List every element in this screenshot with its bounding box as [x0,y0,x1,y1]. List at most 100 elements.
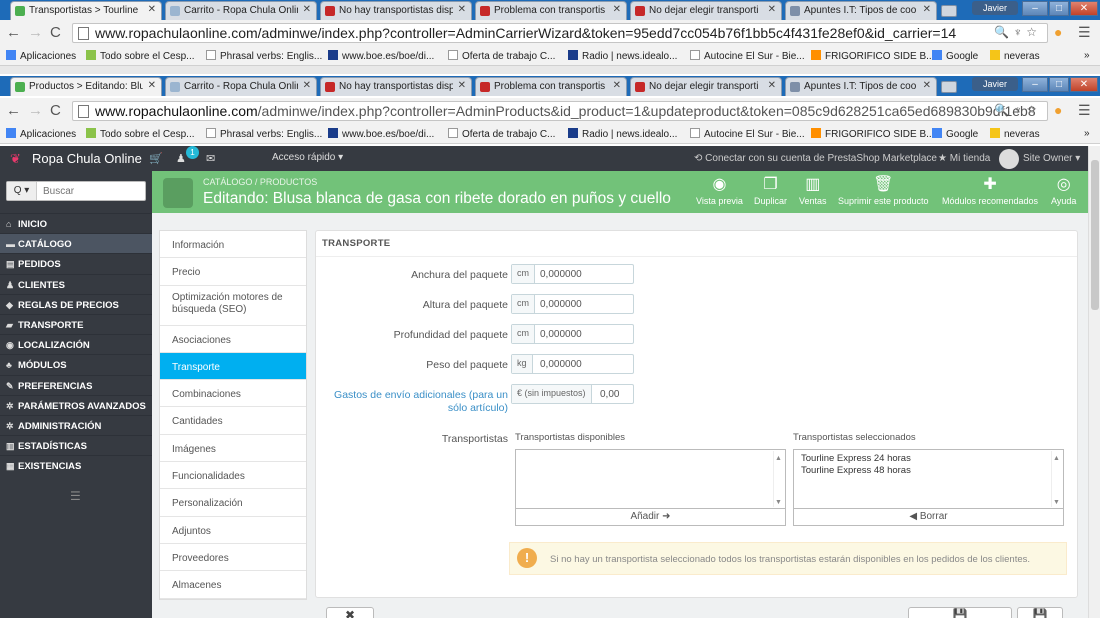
forward-arrow-icon[interactable]: → [28,102,43,119]
new-tab-button[interactable] [941,81,957,93]
menu-item-reglas-precios[interactable]: ◆ Reglas de precios [0,293,152,314]
tab-combinaciones[interactable]: Combinaciones [160,380,306,408]
minimize-button[interactable]: – [1022,77,1048,92]
front-tab[interactable]: No dejar elegir transporti ✕ [630,77,782,96]
bookmark-item[interactable]: Radio | news.idealo... [568,50,677,62]
search-input[interactable] [43,184,141,198]
menu-item-transporte[interactable]: ▰ Transporte [0,313,152,334]
front-tab[interactable]: Apuntes I.T: Tipos de coo ✕ [785,77,937,96]
menu-item-administracion[interactable]: ✲ Administración [0,414,152,435]
menu-icon[interactable]: ☰ [1078,24,1091,41]
menu-item-modulos[interactable]: ♣ Módulos [0,354,152,374]
tab-seo[interactable]: Optimización motores de búsqueda (SEO) [160,286,306,326]
available-carriers-list[interactable]: ▲ ▼ [515,449,786,509]
close-window-button[interactable]: ✕ [1070,1,1098,16]
reload-icon[interactable]: C [50,102,61,119]
tab-imagenes[interactable]: Imágenes [160,435,306,463]
back-tab[interactable]: Apuntes I.T: Tipos de coo ✕ [785,1,937,20]
omnibox-icons[interactable]: 🔍♆☆ [994,103,1041,117]
bookmark-item[interactable]: www.boe.es/boe/di... [328,128,434,140]
extension-icon[interactable]: ● [1054,102,1062,118]
customers-icon[interactable]: ♟ [176,152,186,165]
scroll-up-icon[interactable]: ▲ [775,453,782,465]
delete-product-button[interactable]: 🗑 Suprimir este producto [838,176,929,206]
bookmark-item[interactable]: Phrasal verbs: Englis... [206,50,322,62]
save-button[interactable]: 💾 [1017,607,1063,618]
menu-item-parametros-avanzados[interactable]: ✲ Parámetros avanzados [0,394,152,415]
menu-icon[interactable]: ☰ [1078,102,1091,119]
tab-proveedores[interactable]: Proveedores [160,544,306,572]
search-type-button[interactable]: Q ▾ [7,182,37,200]
close-tab-icon[interactable]: ✕ [303,4,311,15]
depth-input[interactable]: 0,000000 [540,329,582,340]
back-tab[interactable]: Carrito - Ropa Chula Onlin ✕ [165,1,317,20]
messages-icon[interactable]: ✉ [206,152,215,165]
scrollbar[interactable]: ▲ ▼ [773,451,784,507]
back-tab[interactable]: Transportistas > Tourline ✕ [10,1,162,20]
front-tab[interactable]: Carrito - Ropa Chula Onlin ✕ [165,77,317,96]
close-tab-icon[interactable]: ✕ [148,80,156,91]
bookmark-item[interactable]: FRIGORIFICO SIDE B... [811,128,934,140]
close-tab-icon[interactable]: ✕ [768,4,776,15]
cancel-button[interactable]: ✖ [326,607,374,618]
collapse-menu-icon[interactable]: ☰ [70,489,81,503]
bookmark-item[interactable]: Oferta de trabajo C... [448,128,555,140]
bookmark-item[interactable]: www.boe.es/boe/di... [328,50,434,62]
front-tab[interactable]: No hay transportistas disp ✕ [320,77,472,96]
close-tab-icon[interactable]: ✕ [923,4,931,15]
tab-asociaciones[interactable]: Asociaciones [160,326,306,353]
tab-transporte[interactable]: Transporte [160,352,306,381]
close-tab-icon[interactable]: ✕ [458,4,466,15]
tab-precio[interactable]: Precio [160,258,306,286]
tab-funcionalidades[interactable]: Funcionalidades [160,462,306,490]
close-tab-icon[interactable]: ✕ [148,4,156,15]
extension-icon[interactable]: ● [1054,24,1062,40]
bookmark-item[interactable]: Autocine El Sur - Bie... [690,128,805,140]
menu-item-clientes[interactable]: ♟ Clientes [0,273,152,294]
tab-almacenes[interactable]: Almacenes [160,571,306,599]
tab-adjuntos[interactable]: Adjuntos [160,517,306,544]
add-carrier-button[interactable]: Añadir ➜ [515,508,786,526]
scrollbar-thumb[interactable] [1091,160,1099,310]
bookmark-item[interactable]: neveras [990,128,1040,140]
preview-button[interactable]: ◉ Vista previa [696,176,743,206]
omnibox-icons[interactable]: 🔍♆☆ [994,25,1041,39]
bookmark-item[interactable]: Oferta de trabajo C... [448,50,555,62]
menu-item-catalogo[interactable]: ▬ Catálogo [0,233,152,254]
employee-menu[interactable]: Site Owner ▾ [1023,153,1080,164]
additional-shipping-input[interactable]: 0,00 [600,389,619,400]
bookmark-item[interactable]: Autocine El Sur - Bie... [690,50,805,62]
bookmark-item[interactable]: Aplicaciones [6,128,76,140]
selected-carriers-list[interactable]: Tourline Express 24 horas Tourline Expre… [793,449,1064,509]
bookmark-item[interactable]: neveras [990,50,1040,62]
back-arrow-icon[interactable]: ← [6,102,21,119]
my-shop-link[interactable]: ★ Mi tienda [938,153,990,164]
back-tab[interactable]: No dejar elegir transporti ✕ [630,1,782,20]
list-item[interactable]: Tourline Express 24 horas [801,453,1056,465]
more-bookmarks-icon[interactable]: » [1084,50,1090,61]
tab-cantidades[interactable]: Cantidades [160,407,306,435]
back-arrow-icon[interactable]: ← [6,24,21,41]
close-tab-icon[interactable]: ✕ [303,80,311,91]
height-input[interactable]: 0,000000 [540,299,582,310]
maximize-button[interactable]: □ [1049,1,1069,16]
scrollbar[interactable]: ▲ ▼ [1051,451,1062,507]
duplicate-button[interactable]: ❐ Duplicar [754,176,787,206]
list-item[interactable]: Tourline Express 48 horas [801,465,1056,477]
menu-item-localizacion[interactable]: ◉ Localización [0,334,152,354]
reload-icon[interactable]: C [50,24,61,41]
front-tab[interactable]: Productos > Editando: Blu ✕ [10,77,162,96]
scroll-up-icon[interactable]: ▲ [1053,453,1060,465]
close-tab-icon[interactable]: ✕ [613,4,621,15]
sales-button[interactable]: ▥ Ventas [799,176,827,206]
close-tab-icon[interactable]: ✕ [613,80,621,91]
recommended-modules-button[interactable]: ✚ Módulos recomendados [942,176,1038,206]
menu-item-preferencias[interactable]: ✎ Preferencias [0,374,152,395]
cart-icon[interactable]: 🛒 [149,152,163,165]
width-input[interactable]: 0,000000 [540,269,582,280]
front-tab[interactable]: Problema con transportis ✕ [475,77,627,96]
tab-informacion[interactable]: Información [160,231,306,259]
bookmark-item[interactable]: Todo sobre el Cesp... [86,128,195,140]
close-tab-icon[interactable]: ✕ [923,80,931,91]
bookmark-item[interactable]: Todo sobre el Cesp... [86,50,195,62]
